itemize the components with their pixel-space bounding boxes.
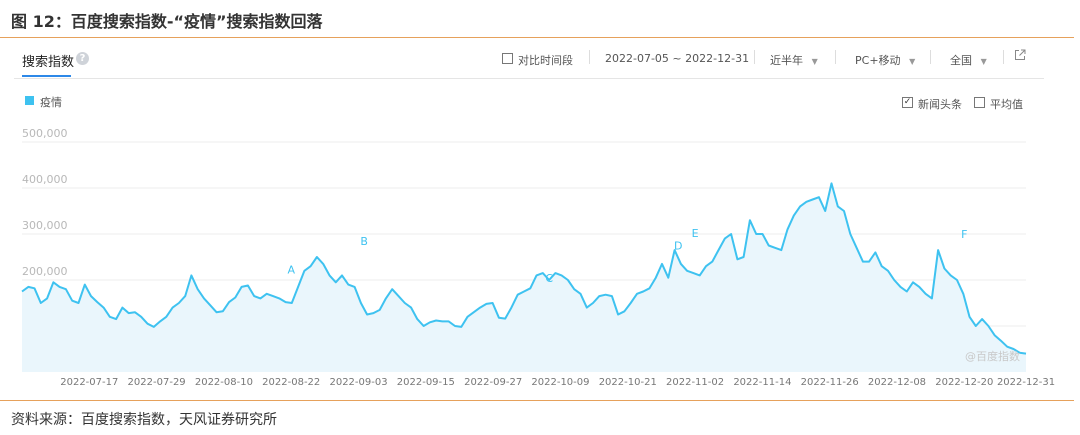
x-tick-label: 2022-12-08 [868,377,926,388]
x-tick-label: 2022-10-09 [531,377,589,388]
x-tick-label: 2022-09-27 [464,377,522,388]
x-tick-label: 2022-10-21 [599,377,657,388]
y-tick-label: 200,000 [22,265,68,278]
x-tick-label: 2022-11-02 [666,377,724,388]
search-index-chart[interactable]: 500,000400,000300,000200,000100,000ABCDE… [0,0,1080,435]
x-tick-label: 2022-11-14 [733,377,791,388]
annotation-label: F [961,228,967,241]
x-tick-label: 2022-12-31 [997,377,1055,388]
annotation-label: C [545,272,553,285]
y-tick-label: 300,000 [22,219,68,232]
x-tick-label: 2022-11-26 [801,377,859,388]
annotation-label: A [287,264,295,277]
bottom-rule [0,400,1074,401]
x-tick-label: 2022-09-03 [329,377,387,388]
x-tick-label: 2022-09-15 [397,377,455,388]
y-tick-label: 500,000 [22,127,68,140]
x-tick-label: 2022-12-20 [935,377,993,388]
source-note: 资料来源：百度搜索指数，天风证券研究所 [11,412,277,428]
watermark: @百度指数 [965,349,1020,363]
annotation-label: B [360,235,368,248]
x-tick-label: 2022-08-10 [195,377,253,388]
series-area [22,183,1026,372]
annotation-label: E [692,227,699,240]
x-tick-label: 2022-07-29 [128,377,186,388]
annotation-label: D [674,240,682,253]
y-tick-label: 400,000 [22,173,68,186]
x-tick-label: 2022-08-22 [262,377,320,388]
x-tick-label: 2022-07-17 [60,377,118,388]
